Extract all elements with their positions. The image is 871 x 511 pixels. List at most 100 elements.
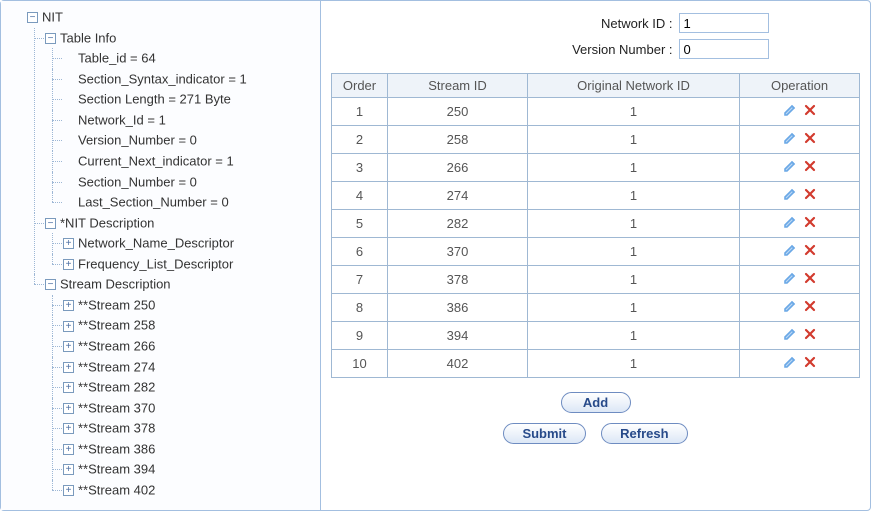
cell-order: 10 <box>332 350 388 378</box>
tree-node-stream[interactable]: **Stream 378 <box>78 421 155 436</box>
table-row: 63701 <box>332 238 860 266</box>
tree-node-stream[interactable]: **Stream 402 <box>78 483 155 498</box>
tree-leaf: Network_Id = 1 <box>78 112 166 127</box>
table-row: 12501 <box>332 98 860 126</box>
cell-order: 3 <box>332 154 388 182</box>
tree-root-node[interactable]: NIT <box>42 10 63 25</box>
delete-icon[interactable] <box>802 242 818 258</box>
table-row: 52821 <box>332 210 860 238</box>
version-number-input[interactable] <box>679 39 769 59</box>
stream-table: Order Stream ID Original Network ID Oper… <box>331 73 860 378</box>
edit-icon[interactable] <box>782 102 798 118</box>
tree-toggle[interactable]: − <box>45 279 56 290</box>
tree-toggle[interactable]: − <box>45 33 56 44</box>
refresh-button[interactable]: Refresh <box>601 423 687 444</box>
tree-toggle[interactable]: + <box>63 321 74 332</box>
version-number-label: Version Number : <box>423 42 673 57</box>
delete-icon[interactable] <box>802 298 818 314</box>
edit-icon[interactable] <box>782 270 798 286</box>
table-row: 104021 <box>332 350 860 378</box>
tree-node-descriptor[interactable]: Frequency_List_Descriptor <box>78 256 233 271</box>
cell-original_network_id: 1 <box>528 266 740 294</box>
tree-toggle[interactable]: − <box>27 12 38 23</box>
tree-node-stream[interactable]: **Stream 386 <box>78 441 155 456</box>
tree-node-stream[interactable]: **Stream 266 <box>78 339 155 354</box>
table-row: 93941 <box>332 322 860 350</box>
cell-operation <box>740 322 860 350</box>
tree-toggle[interactable]: + <box>63 464 74 475</box>
cell-stream_id: 274 <box>388 182 528 210</box>
table-row: 22581 <box>332 126 860 154</box>
cell-stream_id: 282 <box>388 210 528 238</box>
tree-node-descriptor[interactable]: Network_Name_Descriptor <box>78 236 234 251</box>
tree-toggle[interactable]: + <box>63 300 74 311</box>
tree-node-stream[interactable]: **Stream 370 <box>78 400 155 415</box>
col-order: Order <box>332 74 388 98</box>
col-orig-net: Original Network ID <box>528 74 740 98</box>
main-panel: Network ID : Version Number : Order Stre… <box>321 1 870 510</box>
submit-button[interactable]: Submit <box>503 423 585 444</box>
tree-node-stream[interactable]: **Stream 282 <box>78 380 155 395</box>
cell-original_network_id: 1 <box>528 238 740 266</box>
tree-node-stream[interactable]: **Stream 250 <box>78 297 155 312</box>
tree-toggle[interactable]: + <box>63 403 74 414</box>
cell-stream_id: 258 <box>388 126 528 154</box>
network-id-input[interactable] <box>679 13 769 33</box>
tree-toggle[interactable]: + <box>63 259 74 270</box>
tree-node-stream[interactable]: **Stream 394 <box>78 462 155 477</box>
tree-node-table-info[interactable]: Table Info <box>60 30 116 45</box>
tree-toggle[interactable]: + <box>63 444 74 455</box>
delete-icon[interactable] <box>802 326 818 342</box>
table-row: 73781 <box>332 266 860 294</box>
delete-icon[interactable] <box>802 158 818 174</box>
edit-icon[interactable] <box>782 298 798 314</box>
edit-icon[interactable] <box>782 158 798 174</box>
cell-operation <box>740 126 860 154</box>
cell-order: 8 <box>332 294 388 322</box>
cell-stream_id: 370 <box>388 238 528 266</box>
cell-operation <box>740 98 860 126</box>
tree-node-stream-desc[interactable]: Stream Description <box>60 277 171 292</box>
tree-toggle[interactable]: + <box>63 382 74 393</box>
tree-node-stream[interactable]: **Stream 258 <box>78 318 155 333</box>
cell-original_network_id: 1 <box>528 322 740 350</box>
edit-icon[interactable] <box>782 130 798 146</box>
edit-icon[interactable] <box>782 186 798 202</box>
tree-toggle[interactable]: + <box>63 362 74 373</box>
edit-icon[interactable] <box>782 326 798 342</box>
cell-order: 7 <box>332 266 388 294</box>
delete-icon[interactable] <box>802 186 818 202</box>
add-button[interactable]: Add <box>561 392 631 413</box>
tree-leaf: Section_Number = 0 <box>78 174 197 189</box>
delete-icon[interactable] <box>802 102 818 118</box>
cell-order: 2 <box>332 126 388 154</box>
tree-toggle[interactable]: + <box>63 423 74 434</box>
tree-leaf: Current_Next_indicator = 1 <box>78 154 234 169</box>
network-id-label: Network ID : <box>423 16 673 31</box>
edit-icon[interactable] <box>782 354 798 370</box>
cell-order: 1 <box>332 98 388 126</box>
cell-original_network_id: 1 <box>528 350 740 378</box>
cell-order: 9 <box>332 322 388 350</box>
cell-operation <box>740 266 860 294</box>
tree-toggle[interactable]: + <box>63 238 74 249</box>
tree-panel: −NIT−Table InfoTable_id = 64Section_Synt… <box>1 1 321 510</box>
cell-original_network_id: 1 <box>528 126 740 154</box>
tree-node-stream[interactable]: **Stream 274 <box>78 359 155 374</box>
tree-toggle[interactable]: + <box>63 341 74 352</box>
delete-icon[interactable] <box>802 354 818 370</box>
tree-leaf: Version_Number = 0 <box>78 133 197 148</box>
tree-leaf: Last_Section_Number = 0 <box>78 195 229 210</box>
cell-stream_id: 386 <box>388 294 528 322</box>
delete-icon[interactable] <box>802 130 818 146</box>
tree-node-nit-desc[interactable]: *NIT Description <box>60 215 154 230</box>
cell-operation <box>740 350 860 378</box>
tree-toggle[interactable]: + <box>63 485 74 496</box>
edit-icon[interactable] <box>782 214 798 230</box>
delete-icon[interactable] <box>802 270 818 286</box>
delete-icon[interactable] <box>802 214 818 230</box>
cell-original_network_id: 1 <box>528 294 740 322</box>
cell-original_network_id: 1 <box>528 98 740 126</box>
tree-toggle[interactable]: − <box>45 218 56 229</box>
edit-icon[interactable] <box>782 242 798 258</box>
